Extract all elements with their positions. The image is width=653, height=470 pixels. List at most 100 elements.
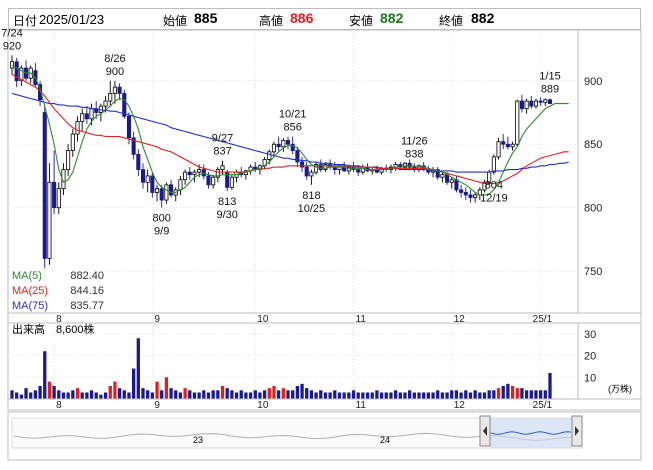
- volume-bar: [445, 392, 449, 399]
- candle-body: [140, 169, 146, 183]
- volume-bar: [510, 385, 515, 399]
- volume-bar: [267, 388, 271, 399]
- candle-body: [463, 192, 468, 196]
- volume-bar: [206, 392, 211, 399]
- candle-body: [505, 143, 510, 148]
- x-tick-label: 8: [56, 400, 62, 411]
- volume-bar: [422, 392, 426, 399]
- volume-bar: [342, 392, 346, 399]
- volume-bar: [506, 383, 510, 399]
- volume-bar: [277, 390, 281, 399]
- volume-bar: [164, 377, 169, 399]
- volume-bar: [117, 388, 122, 399]
- volume-bar: [436, 390, 440, 399]
- volume-bar: [412, 392, 416, 399]
- volume-bar: [281, 388, 285, 399]
- x-tick-label: 12: [454, 400, 466, 411]
- candle-body: [75, 120, 80, 135]
- candle-body: [501, 141, 506, 145]
- volume-latest: 8,600株: [56, 322, 95, 336]
- annotation-date: 8/26: [104, 53, 125, 65]
- navigator-right-handle[interactable]: [571, 415, 583, 447]
- volume-axis-ticks: 30 20 10: [584, 329, 596, 384]
- candle-body: [407, 162, 412, 168]
- volume-bar: [47, 381, 52, 399]
- candle-body: [229, 176, 234, 188]
- volume-bar: [295, 385, 300, 399]
- candle-body: [145, 175, 150, 183]
- legend-label: MA(25): [12, 285, 48, 297]
- volume-bar: [426, 392, 431, 399]
- legend-label: MA(5): [12, 270, 42, 282]
- volume-tick-label: 20: [584, 351, 596, 363]
- volume-bar: [403, 392, 407, 399]
- navigator-left-handle[interactable]: [479, 415, 491, 447]
- volume-bar: [323, 392, 328, 399]
- candle-body: [543, 99, 548, 103]
- price-tick-label: 800: [584, 203, 602, 215]
- volume-bar: [496, 388, 501, 399]
- volume-bar: [389, 392, 393, 399]
- legend-value: 835.77: [70, 300, 104, 312]
- candle-body: [304, 166, 309, 177]
- annotation-price: 900: [106, 66, 124, 78]
- volume-bar: [543, 390, 547, 399]
- volume-bar: [169, 388, 173, 399]
- volume-bar: [202, 390, 206, 399]
- candle-body: [197, 169, 202, 173]
- candle-body: [108, 93, 113, 102]
- volume-bar: [356, 392, 360, 399]
- volume-bar: [478, 392, 482, 399]
- candle-body: [468, 194, 473, 198]
- candle-body: [9, 61, 15, 69]
- x-tick-label: 10: [257, 400, 269, 411]
- candle-body: [533, 100, 539, 107]
- candle-body: [356, 169, 361, 173]
- volume-bar: [548, 372, 552, 399]
- candle-body: [70, 133, 75, 151]
- volume-bar: [174, 390, 178, 399]
- volume-bar: [113, 381, 117, 399]
- candle-body: [164, 184, 169, 201]
- volume-bar: [337, 392, 342, 399]
- volume-bar: [99, 394, 103, 399]
- candle-body: [192, 171, 197, 176]
- volume-bar: [286, 390, 290, 399]
- annotation-date: 10/25: [298, 203, 326, 215]
- candle-body: [56, 188, 61, 209]
- volume-bar: [192, 392, 197, 399]
- volume-bar: [29, 392, 33, 399]
- candle-body: [276, 143, 281, 148]
- volume-bar: [66, 392, 70, 399]
- candle-body: [309, 171, 314, 177]
- candle-body: [122, 93, 127, 117]
- price-tick-label: 900: [584, 76, 602, 88]
- volume-bar: [361, 392, 365, 399]
- volume-bar: [314, 392, 318, 399]
- volume-bar: [38, 385, 42, 399]
- price-tick-label: 750: [584, 266, 602, 278]
- annotation-date: 9/27: [212, 133, 233, 145]
- annotation-price: 818: [302, 190, 320, 202]
- ma-legend: MA(5) 882.40 MA(25) 844.16 MA(75) 835.77: [10, 268, 106, 312]
- volume-bar: [393, 390, 398, 399]
- volume-bar: [103, 392, 108, 399]
- candle-body: [515, 100, 520, 145]
- volume-bar: [473, 390, 477, 399]
- annotation-price: 920: [3, 40, 21, 52]
- volume-bar: [146, 390, 150, 399]
- volume-bar: [258, 392, 262, 399]
- volume-title: 出来高: [12, 322, 45, 336]
- volume-bar: [225, 388, 229, 399]
- volume-bar: [141, 388, 145, 399]
- volume-bar: [33, 390, 38, 399]
- volume-bar: [370, 392, 374, 399]
- volume-bar: [43, 351, 47, 399]
- candle-body: [281, 140, 286, 148]
- candle-body: [440, 174, 445, 178]
- candle-body: [201, 169, 206, 177]
- volume-bar: [333, 390, 337, 399]
- volume-bar: [253, 390, 257, 399]
- volume-bar: [482, 392, 487, 399]
- volume-bar: [379, 392, 384, 399]
